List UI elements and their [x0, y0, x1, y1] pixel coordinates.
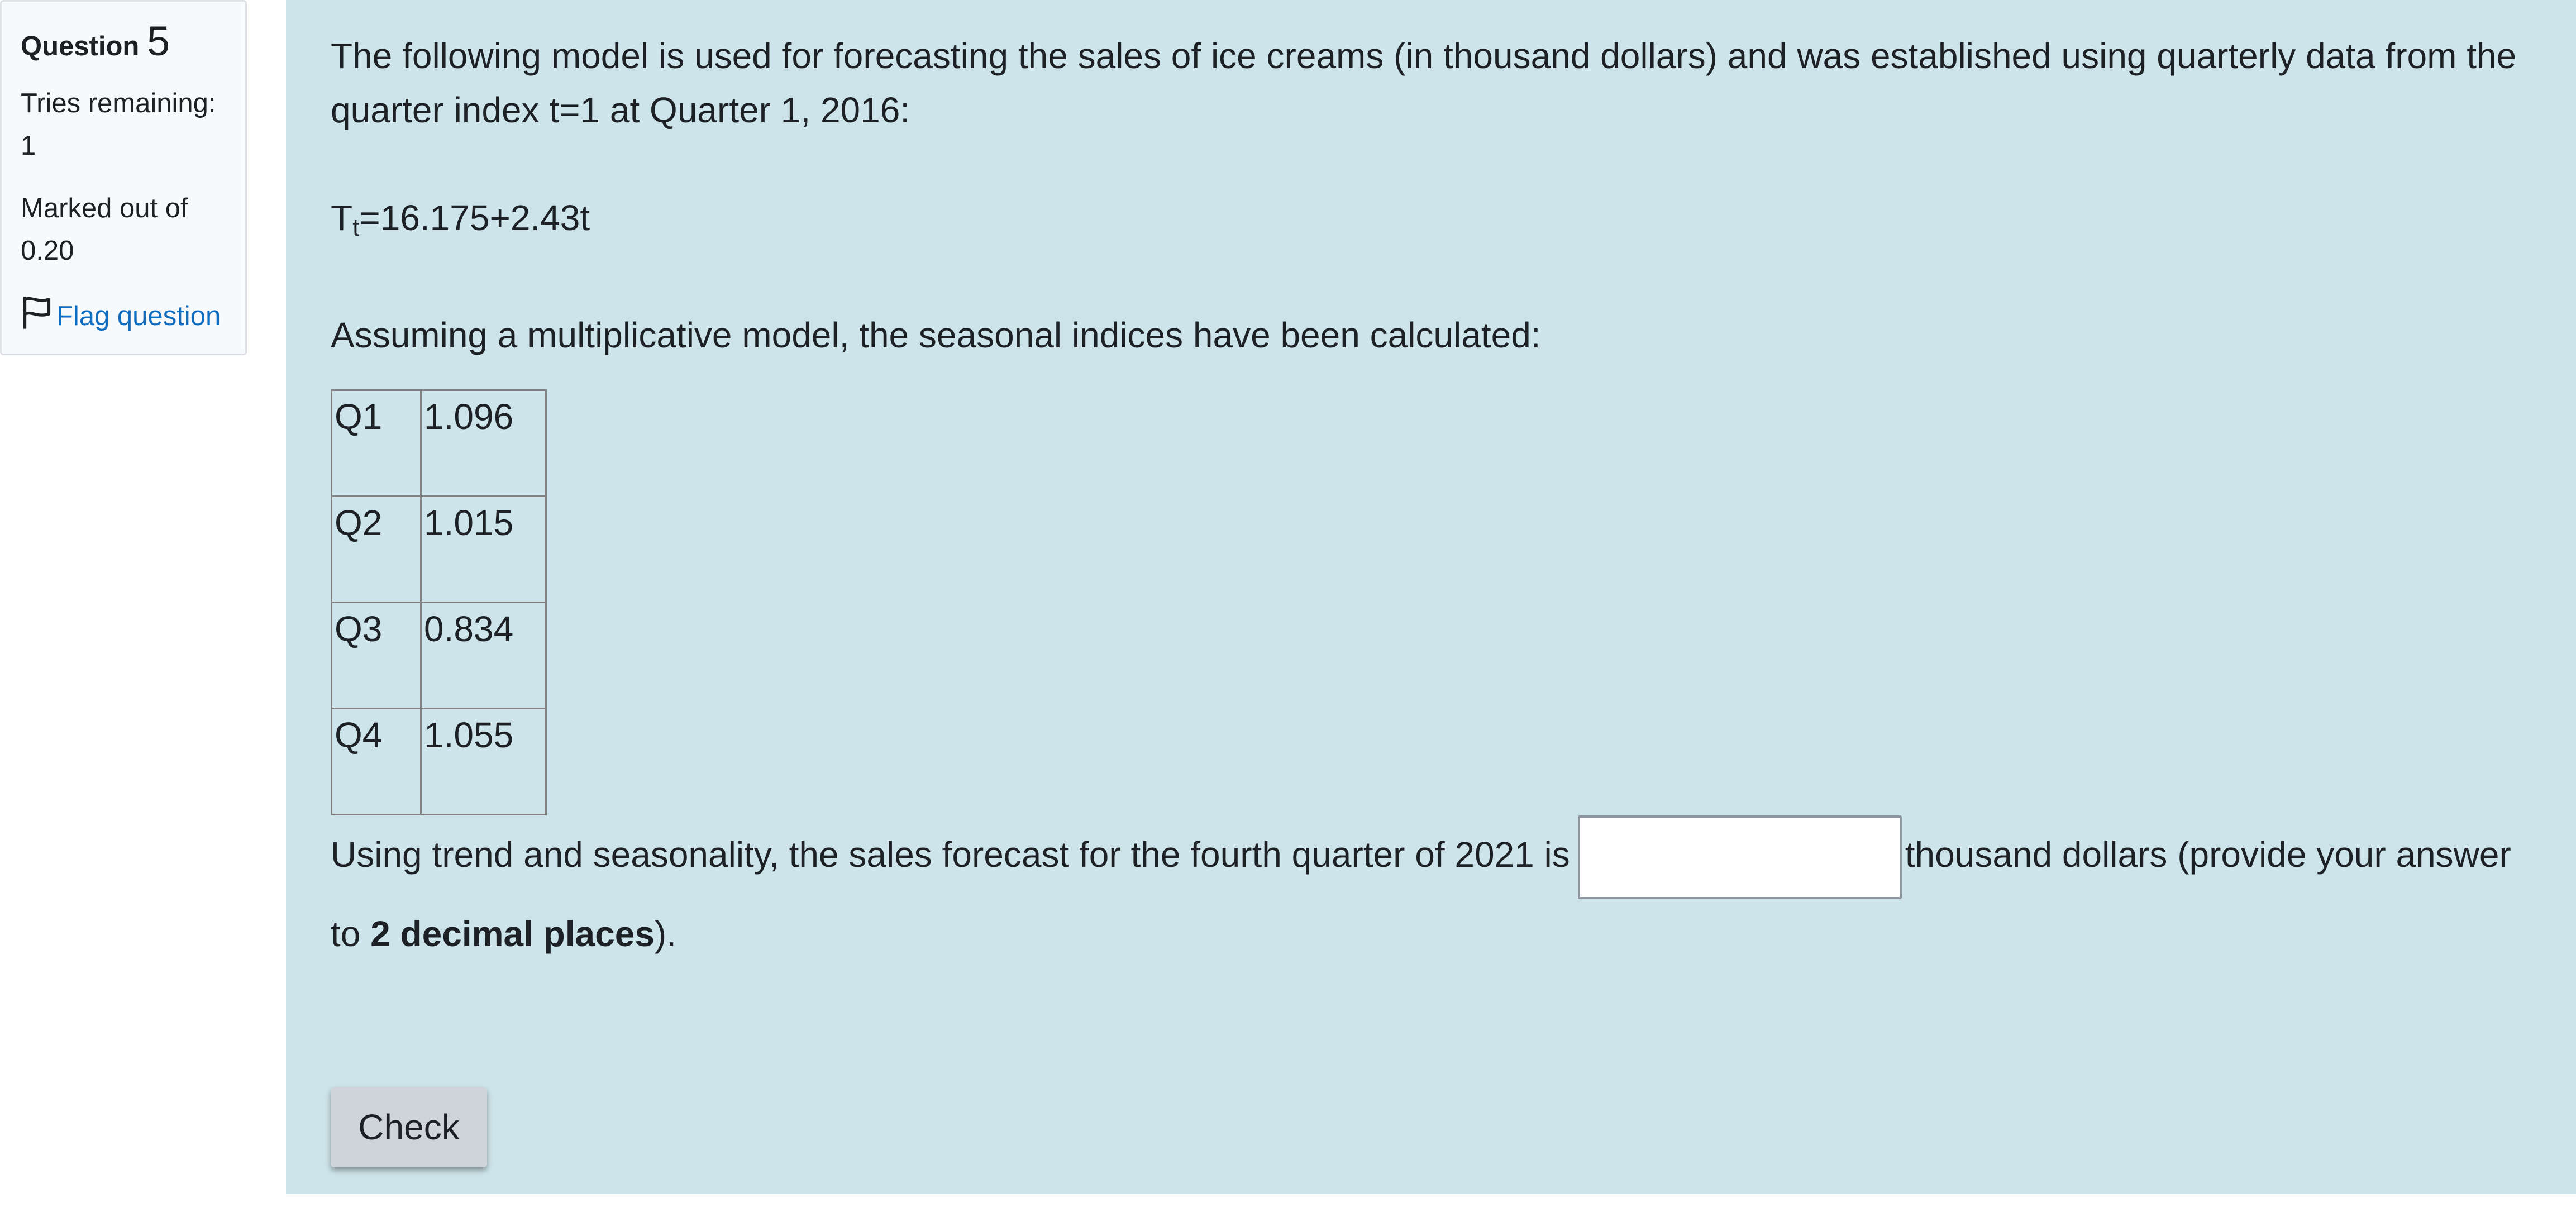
question-intro-text: The following model is used for forecast…	[331, 36, 2517, 130]
seasonal-indices-table: Q1 1.096 Q2 1.015 Q3 0.834 Q4 1.055	[331, 389, 547, 815]
table-row: Q3 0.834	[331, 602, 547, 709]
question-content: The following model is used for forecast…	[286, 0, 2576, 1194]
marked-label: Marked out of	[21, 193, 188, 223]
check-button[interactable]: Check	[331, 1087, 487, 1167]
answer-suffix-line2-post: ).	[654, 914, 676, 954]
answer-input[interactable]	[1577, 815, 1902, 899]
tries-label: Tries remaining:	[21, 88, 216, 118]
table-row: Q1 1.096	[331, 389, 547, 497]
question-grade: Marked out of 0.20	[21, 187, 245, 272]
answer-suffix-line2-pre: to	[331, 914, 371, 954]
formula-rest: =16.175+2.43t	[359, 198, 590, 238]
decimal-places-emphasis: 2 decimal places	[370, 914, 655, 954]
table-row: Q2 1.015	[331, 495, 547, 603]
quarter-cell: Q4	[331, 708, 422, 815]
flag-icon	[21, 295, 56, 337]
marked-value: 0.20	[21, 236, 74, 266]
flag-question-label: Flag question	[56, 301, 221, 331]
answer-sentence: Using trend and seasonality, the sales f…	[331, 815, 2576, 968]
question-heading: Question 5	[21, 21, 245, 62]
flag-question-link[interactable]: Flag question	[21, 295, 245, 337]
seasonal-intro-text: Assuming a multiplicative model, the sea…	[331, 315, 1541, 355]
trend-formula: Tt=16.175+2.43t	[331, 191, 2576, 255]
tries-remaining: Tries remaining: 1	[21, 82, 245, 167]
index-cell: 1.096	[420, 389, 547, 497]
index-cell: 0.834	[420, 602, 547, 709]
answer-suffix: thousand dollars (provide your answer	[1905, 834, 2511, 875]
question-label: Question	[21, 31, 140, 61]
index-cell: 1.055	[420, 708, 547, 815]
quarter-cell: Q3	[331, 602, 422, 709]
formula-subscript: t	[352, 214, 360, 241]
index-cell: 1.015	[420, 495, 547, 603]
question-info-panel: Question 5 Tries remaining: 1 Marked out…	[0, 0, 247, 355]
quarter-cell: Q1	[331, 389, 422, 497]
formula-T: T	[331, 198, 353, 238]
tries-value: 1	[21, 131, 36, 161]
answer-prefix: Using trend and seasonality, the sales f…	[331, 834, 1570, 875]
table-row: Q4 1.055	[331, 708, 547, 815]
question-number: 5	[146, 18, 170, 64]
quarter-cell: Q2	[331, 495, 422, 603]
